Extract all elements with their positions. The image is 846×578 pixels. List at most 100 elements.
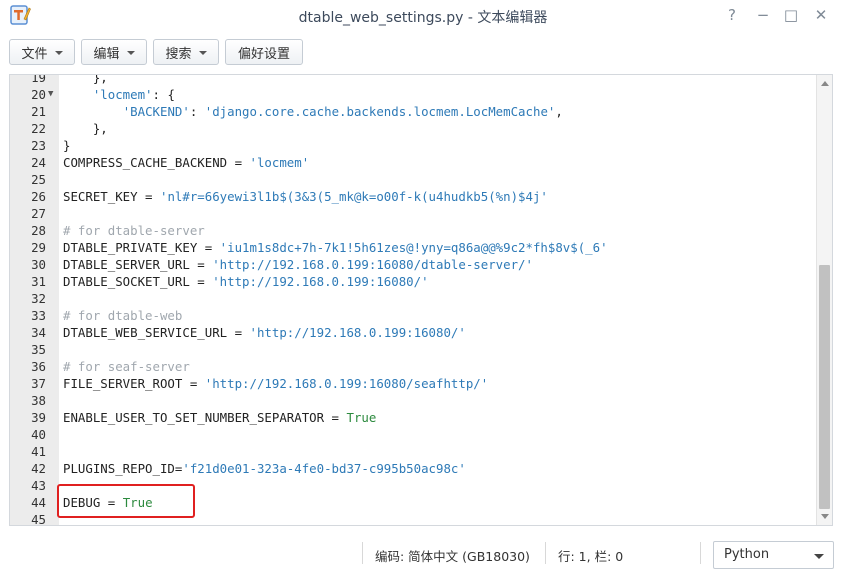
search-menu-button[interactable]: 搜索 (153, 39, 219, 65)
line-code: DTABLE_SOCKET_URL = 'http://192.168.0.19… (63, 273, 429, 290)
code-line[interactable]: 34 DTABLE_WEB_SERVICE_URL = 'http://192.1… (10, 324, 816, 341)
preferences-button[interactable]: 偏好设置 (225, 39, 303, 65)
line-number: 32 (31, 291, 46, 306)
line-code: PLUGINS_REPO_ID='f21d0e01-323a-4fe0-bd37… (63, 460, 466, 477)
code-editor[interactable]: 19 }, 20 ▼ 'locmem': {21 'BACKEND': 'djang… (9, 74, 833, 526)
preferences-label: 偏好设置 (237, 46, 290, 62)
code-token: ENABLE_USER_TO_SET_NUMBER_SEPARATOR = (63, 410, 347, 425)
code-line[interactable]: 19 }, (10, 74, 816, 86)
string-token: 'http://192.168.0.199:16080/' (212, 274, 429, 289)
code-line[interactable]: 40 (10, 426, 816, 443)
code-line[interactable]: 27 (10, 205, 816, 222)
language-select-value: Python (724, 547, 770, 562)
chevron-down-icon (814, 554, 824, 559)
file-menu-label: 文件 (21, 46, 48, 62)
cursor-position-status: 行: 1, 栏: 0 (558, 549, 624, 564)
code-lines: 19 }, 20 ▼ 'locmem': {21 'BACKEND': 'djang… (10, 74, 816, 526)
code-line[interactable]: 28 # for dtable-server (10, 222, 816, 239)
line-number: 37 (31, 376, 46, 391)
line-number: 22 (31, 121, 46, 136)
code-line[interactable]: 32 (10, 290, 816, 307)
code-line[interactable]: 37 FILE_SERVER_ROOT = 'http://192.168.0.1… (10, 375, 816, 392)
code-line[interactable]: 38 (10, 392, 816, 409)
string-token: 'nl#r=66yewi3l1b$(3&3(5_mk@k=o00f-k(u4hu… (159, 189, 548, 204)
line-code: FILE_SERVER_ROOT = 'http://192.168.0.199… (63, 375, 488, 392)
string-token: 'BACKEND' (122, 104, 190, 119)
code-line[interactable]: 22 }, (10, 120, 816, 137)
line-number: 21 (31, 104, 46, 119)
encoding-status[interactable]: 编码: 简体中文 (GB18030) (375, 546, 530, 565)
line-number: 28 (31, 223, 46, 238)
code-line[interactable]: 26 SECRET_KEY = 'nl#r=66yewi3l1b$(3&3(5_m… (10, 188, 816, 205)
line-number: 36 (31, 359, 46, 374)
string-token: 'http://192.168.0.199:16080/seafhttp/' (204, 376, 489, 391)
line-code: # for seaf-server (63, 358, 190, 375)
scrollbar-thumb[interactable] (819, 265, 830, 509)
line-code: 'BACKEND': 'django.core.cache.backends.l… (63, 103, 563, 120)
title-bar: dtable_web_settings.py - 文本编辑器 ? − □ ✕ (0, 0, 846, 32)
close-icon[interactable]: ✕ (811, 6, 831, 24)
chevron-down-icon (126, 50, 135, 55)
code-line[interactable]: 21 'BACKEND': 'django.core.cache.backend… (10, 103, 816, 120)
status-divider (700, 542, 701, 564)
string-token: 'f21d0e01-323a-4fe0-bd37-c995b50ac98c' (182, 461, 466, 476)
string-token: 'http://192.168.0.199:16080/dtable-serve… (212, 257, 533, 272)
toolbar: 文件 编辑 搜索 偏好设置 (0, 32, 846, 74)
code-line[interactable]: 31 DTABLE_SOCKET_URL = 'http://192.168.0.… (10, 273, 816, 290)
language-select[interactable]: Python (713, 541, 834, 569)
code-line[interactable]: 42 PLUGINS_REPO_ID='f21d0e01-323a-4fe0-bd… (10, 460, 816, 477)
window-title: dtable_web_settings.py - 文本编辑器 (298, 10, 548, 26)
line-number: 20 (31, 87, 46, 102)
line-number: 29 (31, 240, 46, 255)
maximize-icon[interactable]: □ (781, 6, 801, 24)
status-divider (545, 542, 546, 564)
string-token: 'locmem' (249, 155, 310, 170)
minimize-icon[interactable]: − (753, 6, 773, 24)
line-number: 30 (31, 257, 46, 272)
scroll-down-arrow-icon[interactable] (821, 514, 829, 519)
line-code: DTABLE_SERVER_URL = 'http://192.168.0.19… (63, 256, 533, 273)
line-code: DTABLE_WEB_SERVICE_URL = 'http://192.168… (63, 324, 466, 341)
code-line[interactable]: 29 DTABLE_PRIVATE_KEY = 'iu1m1s8dc+7h-7k1… (10, 239, 816, 256)
string-token: 'http://192.168.0.199:16080/' (249, 325, 466, 340)
code-token: SECRET_KEY = (63, 189, 160, 204)
line-number: 19 (31, 74, 46, 85)
code-line[interactable]: 30 DTABLE_SERVER_URL = 'http://192.168.0.… (10, 256, 816, 273)
code-line[interactable]: 25 (10, 171, 816, 188)
line-code: }, (63, 74, 108, 86)
code-token: : (189, 104, 205, 119)
line-number: 45 (31, 512, 46, 526)
code-line[interactable]: 41 (10, 443, 816, 460)
string-token: 'django.core.cache.backends.locmem.LocMe… (204, 104, 556, 119)
fold-toggle-icon[interactable]: ▼ (48, 86, 53, 103)
help-icon[interactable]: ? (722, 6, 742, 24)
line-number: 34 (31, 325, 46, 340)
code-line[interactable]: 35 (10, 341, 816, 358)
line-number: 24 (31, 155, 46, 170)
line-code: } (63, 137, 70, 154)
line-number: 26 (31, 189, 46, 204)
code-line[interactable]: 24 COMPRESS_CACHE_BACKEND = 'locmem' (10, 154, 816, 171)
edit-menu-button[interactable]: 编辑 (81, 39, 147, 65)
status-divider (362, 542, 363, 564)
line-number: 40 (31, 427, 46, 442)
debug-line-highlight (57, 484, 195, 518)
file-menu-button[interactable]: 文件 (9, 39, 75, 65)
code-line[interactable]: 33 # for dtable-web (10, 307, 816, 324)
code-line[interactable]: 39 ENABLE_USER_TO_SET_NUMBER_SEPARATOR = … (10, 409, 816, 426)
line-code: COMPRESS_CACHE_BACKEND = 'locmem' (63, 154, 309, 171)
line-number: 35 (31, 342, 46, 357)
code-line[interactable]: 23} (10, 137, 816, 154)
line-number: 39 (31, 410, 46, 425)
search-menu-label: 搜索 (165, 46, 192, 62)
chevron-down-icon (54, 50, 63, 55)
line-number: 27 (31, 206, 46, 221)
code-line[interactable]: 36 # for seaf-server (10, 358, 816, 375)
code-token: }, (63, 74, 108, 85)
edit-menu-label: 编辑 (93, 46, 120, 62)
line-number: 31 (31, 274, 46, 289)
scroll-up-arrow-icon[interactable] (821, 81, 829, 86)
vertical-scrollbar[interactable] (816, 75, 832, 525)
code-line[interactable]: 20 ▼ 'locmem': { (10, 86, 816, 103)
comment-token: # for seaf-server (63, 359, 190, 374)
